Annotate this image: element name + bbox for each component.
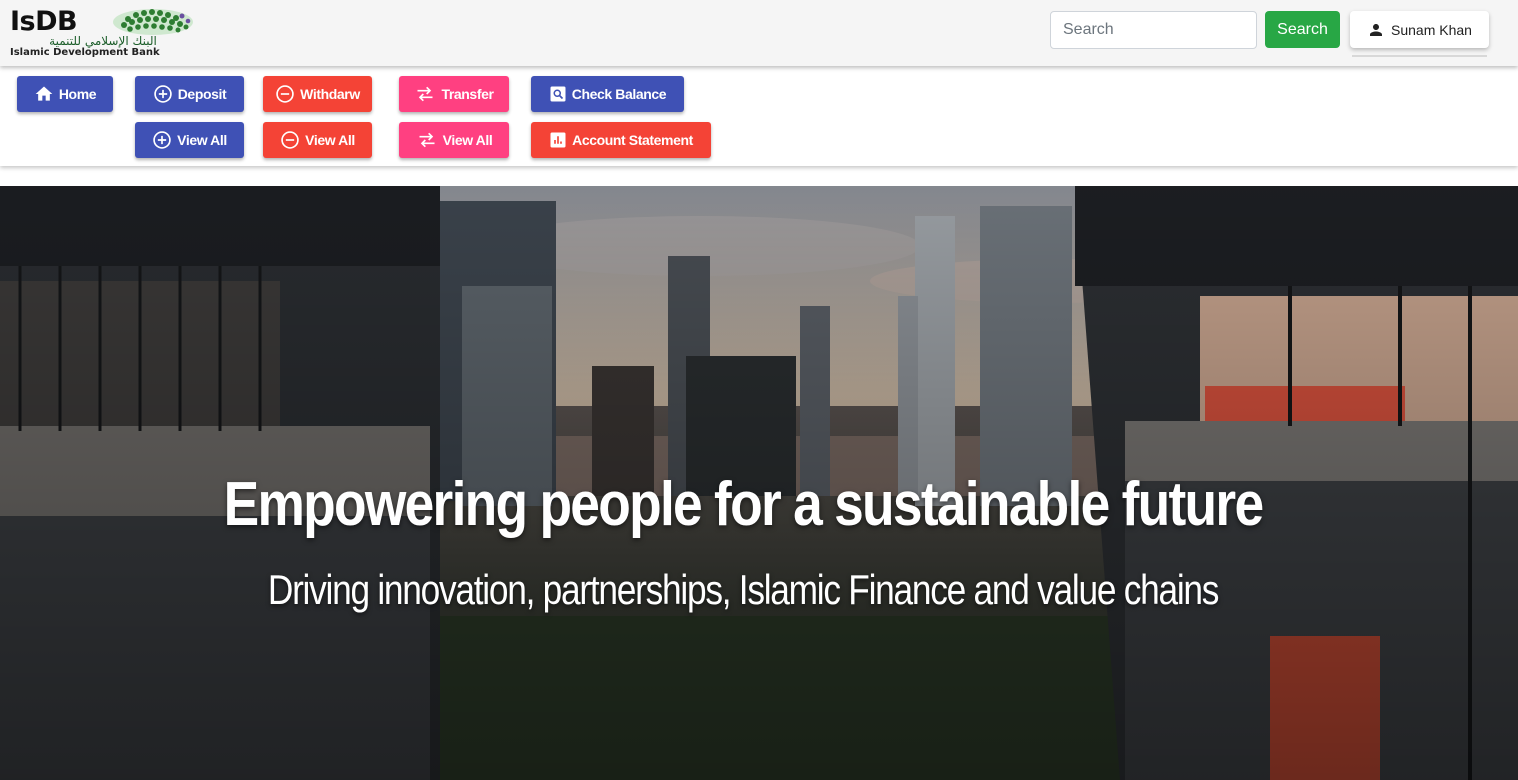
deposit-button[interactable]: Deposit [135, 76, 244, 112]
check-balance-button[interactable]: Check Balance [531, 76, 684, 112]
swap-arrows-icon [419, 132, 435, 148]
user-menu-button[interactable]: Sunam Khan [1350, 11, 1489, 48]
hero-title: Empowering people for a sustainable futu… [223, 470, 1264, 539]
search-input[interactable] [1050, 11, 1257, 49]
hero-banner: Empowering people for a sustainable futu… [0, 186, 1518, 780]
transfer-button-label: Transfer [441, 86, 494, 102]
bar-chart-box-icon [550, 132, 566, 148]
transfer-button[interactable]: Transfer [399, 76, 509, 112]
deposit-view-all-button[interactable]: View All [135, 122, 244, 158]
transfer-view-all-button[interactable]: View All [399, 122, 509, 158]
isdb-logo[interactable]: IsDB البنك الإسلامي للتنمية Islamic Deve… [8, 4, 198, 62]
transfer-view-all-label: View All [442, 132, 493, 148]
search-box-icon [550, 86, 566, 102]
search-button[interactable]: Search [1265, 11, 1340, 48]
user-button-divider [1352, 55, 1487, 57]
top-bar: IsDB البنك الإسلامي للتنمية Islamic Deve… [0, 0, 1518, 66]
action-navbar: Home Deposit Withdarw Transfer Check Bal… [0, 66, 1518, 166]
minus-circle-icon [281, 131, 299, 149]
swap-arrows-icon [417, 86, 433, 102]
logo-abbreviation: IsDB [10, 6, 78, 37]
home-button-label: Home [58, 86, 97, 102]
withdraw-button[interactable]: Withdarw [263, 76, 372, 112]
check-balance-button-label: Check Balance [571, 86, 667, 102]
plus-circle-icon [153, 85, 172, 103]
globe-dots-icon [113, 9, 193, 35]
home-button[interactable]: Home [17, 76, 113, 112]
withdraw-button-label: Withdarw [300, 86, 360, 102]
hero-subtitle: Driving innovation, partnerships, Islami… [267, 566, 1220, 613]
logo-arabic-text: البنك الإسلامي للتنمية [49, 34, 157, 48]
minus-circle-icon [276, 85, 294, 103]
person-icon [1370, 23, 1383, 36]
plus-circle-icon [153, 131, 171, 149]
logo-english-text: Islamic Development Bank [10, 47, 160, 58]
withdraw-view-all-label: View All [305, 132, 355, 148]
deposit-view-all-label: View All [177, 132, 227, 148]
user-name: Sunam Khan [1391, 21, 1472, 38]
account-statement-button[interactable]: Account Statement [531, 122, 711, 158]
account-statement-label: Account Statement [572, 132, 693, 148]
withdraw-view-all-button[interactable]: View All [263, 122, 372, 158]
home-icon [35, 86, 53, 101]
deposit-button-label: Deposit [177, 86, 227, 102]
